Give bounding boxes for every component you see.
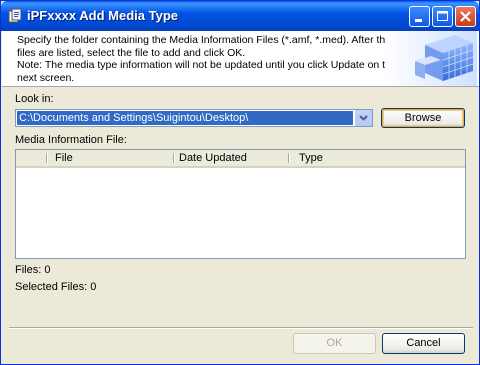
list-header: File Date Updated Type [16, 150, 465, 168]
footer-divider [9, 327, 473, 329]
column-header-file[interactable]: File [52, 150, 175, 166]
instruction-line: Note: The media type information will no… [17, 59, 397, 71]
browse-button[interactable]: Browse [381, 108, 465, 128]
close-icon [460, 11, 471, 22]
column-divider[interactable] [173, 153, 175, 163]
column-header-type[interactable]: Type [296, 150, 396, 166]
look-in-label: Look in: [15, 93, 54, 105]
media-stack-graphic [385, 31, 477, 86]
dropdown-button[interactable] [354, 110, 372, 126]
minimize-button[interactable] [409, 6, 430, 27]
column-divider[interactable] [288, 153, 290, 163]
window-title: iPFxxxx Add Media Type [27, 8, 178, 23]
column-divider[interactable] [46, 153, 48, 163]
column-header-checkbox[interactable] [16, 150, 48, 166]
add-media-type-dialog: iPFxxxx Add Media Type Specify the folde… [0, 0, 480, 365]
look-in-combobox[interactable]: C:\Documents and Settings\Suigintou\Desk… [15, 109, 373, 127]
chevron-down-icon [359, 115, 368, 121]
files-count: Files: 0 [15, 264, 51, 276]
maximize-button[interactable] [432, 6, 453, 27]
column-header-date-updated[interactable]: Date Updated [176, 150, 286, 166]
cancel-button[interactable]: Cancel [382, 333, 465, 354]
instruction-line: Specify the folder containing the Media … [17, 34, 392, 46]
media-file-list[interactable]: File Date Updated Type [15, 149, 466, 259]
ok-button[interactable]: OK [293, 333, 376, 354]
look-in-value: C:\Documents and Settings\Suigintou\Desk… [17, 111, 353, 125]
instruction-header: Specify the folder containing the Media … [2, 31, 479, 87]
instruction-line: files are listed, select the file to add… [17, 46, 246, 59]
instruction-line: next screen. [17, 71, 75, 84]
instruction-text: Specify the folder containing the Media … [17, 34, 397, 84]
app-icon [8, 8, 22, 23]
media-info-file-label: Media Information File: [15, 134, 127, 146]
title-bar[interactable]: iPFxxxx Add Media Type [1, 1, 479, 31]
maximize-icon [437, 11, 448, 21]
selected-files-count: Selected Files: 0 [15, 281, 97, 293]
minimize-icon [415, 19, 422, 22]
close-button[interactable] [455, 6, 476, 27]
